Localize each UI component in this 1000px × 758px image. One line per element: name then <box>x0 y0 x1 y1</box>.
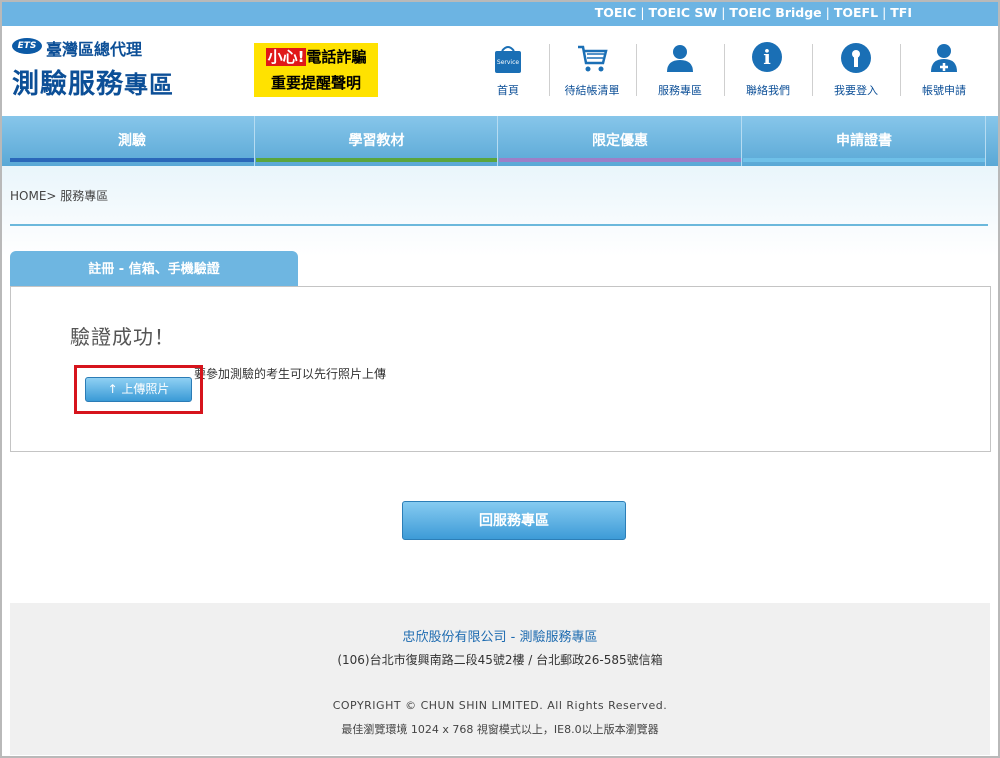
browser-frame: TOEIC | TOEIC SW | TOEIC Bridge | TOEFL | TFI ET… <box>0 0 1000 758</box>
warning-line-1-text: 電話詐騙 <box>306 48 367 66</box>
separator: | <box>721 5 726 20</box>
logo-subtitle: 臺灣區總代理 <box>46 40 143 59</box>
home-bag-icon: Service <box>492 42 524 74</box>
nav-contact-label: 聯絡我們 <box>746 84 790 97</box>
footer-browser-note: 最佳瀏覽環境 1024 x 768 視窗模式以上，IE8.0以上版本瀏覽器 <box>341 723 659 736</box>
separator: | <box>882 5 887 20</box>
tab-exam-label: 測驗 <box>118 133 146 149</box>
logo-title-main: 測驗服務 <box>12 69 124 100</box>
link-tfi[interactable]: TFI <box>890 5 912 20</box>
site-header: ETS 臺灣區總代理 測驗服務專區 小心! 電話詐騙 重要提醒聲明 Service… <box>2 26 998 116</box>
back-to-service-button[interactable]: 回服務專區 <box>402 501 626 540</box>
highlight-annotation-box <box>74 365 203 414</box>
breadcrumb[interactable]: HOME> 服務專區 <box>10 187 108 204</box>
link-toefl[interactable]: TOEFL <box>834 5 878 20</box>
panel-tab-registration: 註冊 - 信箱、手機驗證 <box>10 251 298 287</box>
section-divider <box>10 224 988 226</box>
footer-company[interactable]: 忠欣股份有限公司 - 測驗服務專區 <box>10 626 990 645</box>
nav-home-label: 首頁 <box>497 84 519 97</box>
tab-materials[interactable]: 學習教材 <box>256 116 498 166</box>
top-link-bar: TOEIC | TOEIC SW | TOEIC Bridge | TOEFL | TFI <box>2 2 998 26</box>
upload-note: 要參加測驗的考生可以先行照片上傳 <box>194 367 387 381</box>
separator: | <box>825 5 830 20</box>
tab-certificate-label: 申請證書 <box>836 133 892 149</box>
info-icon: i <box>752 42 784 74</box>
nav-contact[interactable]: i 聯絡我們 <box>732 40 804 102</box>
footer-address: (106)台北市復興南路二段45號2樓 / 台北郵政26-585號信箱 <box>337 653 663 667</box>
warning-red-label: 小心! <box>265 48 307 66</box>
site-footer: 忠欣股份有限公司 - 測驗服務專區 (106)台北市復興南路二段45號2樓 / … <box>10 603 990 755</box>
tab-certificate[interactable]: 申請證書 <box>743 116 986 166</box>
footer-copyright: COPYRIGHT © CHUN SHIN LIMITED. All Right… <box>332 699 668 712</box>
info-glyph: i <box>752 42 782 72</box>
nav-service-label: 服務專區 <box>658 84 702 97</box>
tab-offers-bar <box>499 158 741 162</box>
link-toeic[interactable]: TOEIC <box>595 5 637 20</box>
tab-exam[interactable]: 測驗 <box>10 116 255 166</box>
add-user-icon <box>928 42 960 74</box>
login-icon <box>840 42 872 74</box>
logo-title-small: 專區 <box>124 71 174 99</box>
nav-home[interactable]: Service 首頁 <box>472 40 544 102</box>
user-icon <box>664 42 696 74</box>
warning-line-2: 重要提醒聲明 <box>270 74 361 92</box>
separator: | <box>640 5 645 20</box>
link-toeic-sw[interactable]: TOEIC SW <box>649 5 718 20</box>
success-heading: 驗證成功！ <box>70 325 175 349</box>
tab-materials-label: 學習教材 <box>348 133 405 149</box>
tab-offers-label: 限定優惠 <box>592 133 648 149</box>
nav-register[interactable]: 帳號申請 <box>908 40 980 102</box>
nav-login[interactable]: 我要登入 <box>820 40 892 102</box>
nav-cart[interactable]: 待結帳清單 <box>556 40 628 102</box>
logo-title: 測驗服務專區 <box>12 62 174 101</box>
nav-cart-label: 待結帳清單 <box>564 84 620 97</box>
link-toeic-bridge[interactable]: TOEIC Bridge <box>729 5 821 20</box>
nav-login-label: 我要登入 <box>834 84 878 97</box>
ets-logo-icon: ETS <box>12 38 42 54</box>
cart-icon <box>576 42 608 74</box>
tab-materials-bar <box>256 158 497 162</box>
tab-offers[interactable]: 限定優惠 <box>499 116 742 166</box>
service-badge-text: Service <box>497 59 519 66</box>
main-nav: 測驗 學習教材 限定優惠 申請證書 <box>2 116 998 166</box>
warning-line-1: 小心! 電話詐騙 <box>254 46 378 67</box>
tab-exam-bar <box>10 158 254 162</box>
fraud-warning-banner[interactable]: 小心! 電話詐騙 重要提醒聲明 <box>254 43 378 97</box>
tab-certificate-bar <box>743 158 985 162</box>
nav-register-label: 帳號申請 <box>922 84 966 97</box>
nav-service[interactable]: 服務專區 <box>644 40 716 102</box>
